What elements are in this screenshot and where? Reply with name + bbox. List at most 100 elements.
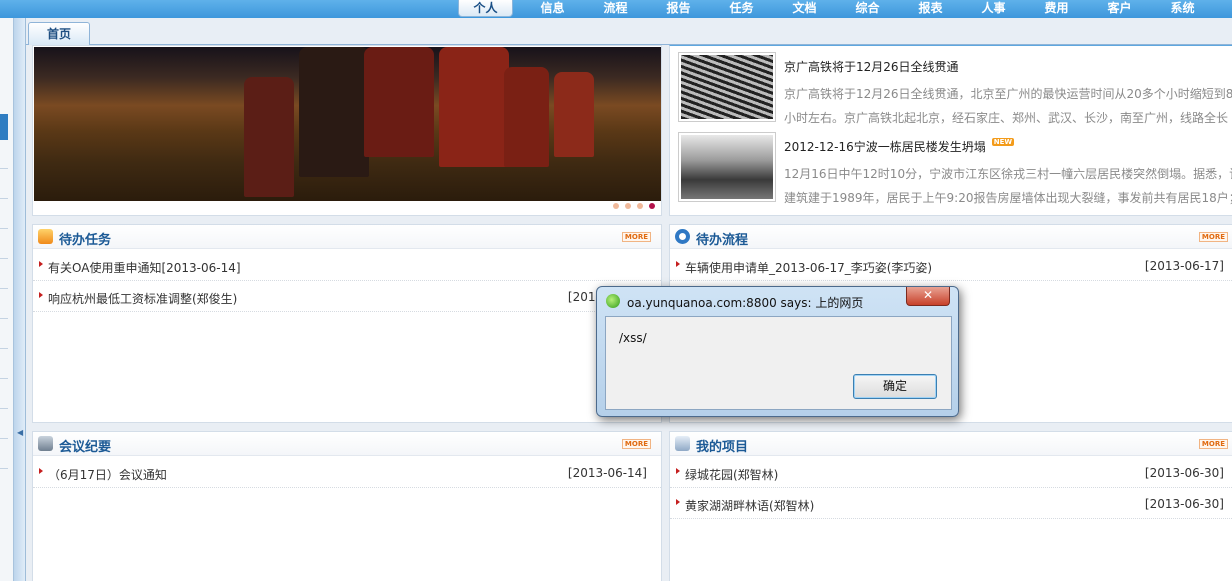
more-link[interactable]: MORE — [1198, 439, 1228, 449]
news-panel: 京广高铁将于12月26日全线贯通 京广高铁将于12月26日全线贯通，北京至广州的… — [669, 45, 1232, 216]
dialog-title: oa.yunquanoa.com:8800 says: 上的网页 — [627, 296, 864, 310]
nav-item-workflow[interactable]: 流程 — [584, 0, 647, 17]
news-summary: 12月16日中午12时10分，宁波市江东区徐戎三村一幢六层居民楼突然倒塌。据悉，… — [784, 162, 1232, 210]
sidebar-divider — [0, 318, 8, 319]
bullet-icon — [39, 292, 43, 298]
nav-item-general[interactable]: 综合 — [836, 0, 899, 17]
banner-dot[interactable] — [637, 203, 643, 209]
sidebar-divider — [0, 468, 8, 469]
nav-item-info[interactable]: 信息 — [521, 0, 584, 17]
alert-dialog: oa.yunquanoa.com:8800 says: 上的网页 ✕ /xss/… — [596, 286, 959, 417]
bullet-icon — [39, 468, 43, 474]
list-item[interactable]: 黄家湖湖畔林语(郑智林) [2013-06-30] — [670, 488, 1232, 519]
sidebar-splitter[interactable]: ◀ — [14, 18, 26, 581]
nav-item-personal[interactable]: 个人 — [458, 0, 513, 17]
nav-item-system[interactable]: 系统 — [1151, 0, 1214, 17]
banner-figure — [364, 47, 434, 157]
nav-item-task[interactable]: 任务 — [710, 0, 773, 17]
banner-figure — [244, 77, 294, 197]
meeting-minutes-panel: 会议纪要 MORE （6月17日）会议通知 [2013-06-14] — [32, 431, 662, 581]
bullet-icon — [39, 261, 43, 267]
banner-dot-active[interactable] — [649, 203, 655, 209]
news-summary-line: 小时左右。京广高铁北起北京，经石家庄、郑州、武汉、长沙，南至广州，线路全长 — [784, 111, 1229, 125]
sidebar-divider — [0, 228, 8, 229]
nav-item-customer[interactable]: 客户 — [1088, 0, 1151, 17]
list-item[interactable]: 响应杭州最低工资标准调整(郑俊生) [2013-06-14] — [33, 281, 661, 312]
banner-pagination — [613, 203, 655, 209]
panel-title: 待办任务 — [59, 233, 112, 248]
collapse-left-icon[interactable]: ◀ — [17, 428, 23, 437]
dialog-message: /xss/ — [619, 331, 647, 345]
calendar-icon — [38, 436, 53, 451]
todo-tasks-panel: 待办任务 MORE 有关OA使用重申通知[2013-06-14] 响应杭州最低工… — [32, 224, 662, 423]
sidebar-divider — [0, 438, 8, 439]
more-link[interactable]: MORE — [1198, 232, 1228, 242]
nav-item-reports[interactable]: 报表 — [899, 0, 962, 17]
nav-item-hr[interactable]: 人事 — [962, 0, 1025, 17]
banner-figure — [439, 47, 509, 167]
nav-item-report[interactable]: 报告 — [647, 0, 710, 17]
sidebar-selected-item[interactable] — [0, 114, 8, 140]
tab-strip: 首页 — [26, 18, 1232, 45]
list-item-date: [2013-06-14] — [567, 466, 647, 480]
bullet-icon — [676, 499, 680, 505]
sidebar-divider — [0, 348, 8, 349]
banner-dot[interactable] — [613, 203, 619, 209]
close-button[interactable]: ✕ — [906, 287, 950, 306]
news-thumbnail-image — [681, 135, 773, 199]
bullet-icon — [676, 468, 680, 474]
list-item-date: [2013-06-17] — [1144, 259, 1224, 273]
banner-image[interactable] — [34, 47, 661, 201]
nav-item-expense[interactable]: 费用 — [1025, 0, 1088, 17]
list-item[interactable]: 有关OA使用重申通知[2013-06-14] — [33, 250, 661, 281]
news-item[interactable]: 2012-12-16宁波一栋居民楼发生坍塌 NEW 12月16日中午12时10分，… — [678, 132, 1232, 212]
news-summary: 京广高铁将于12月26日全线贯通，北京至广州的最快运营时间从20多个小时缩短到8… — [784, 82, 1232, 130]
news-thumbnail[interactable] — [678, 132, 776, 202]
panel-header: 待办流程 MORE — [670, 225, 1232, 249]
dialog-body: /xss/ 确定 — [605, 316, 952, 410]
banner-figure — [299, 47, 369, 177]
my-projects-panel: 我的项目 MORE 绿城花园(郑智林) [2013-06-30] 黄家湖湖畔林语… — [669, 431, 1232, 581]
left-sidebar — [0, 18, 14, 581]
list-item-title[interactable]: 绿城花园(郑智林) — [685, 466, 778, 483]
banner-dot[interactable] — [625, 203, 631, 209]
tasks-icon — [38, 229, 53, 244]
news-headline[interactable]: 京广高铁将于12月26日全线贯通 — [784, 58, 959, 75]
banner-slideshow — [32, 45, 662, 216]
sidebar-divider — [0, 408, 8, 409]
more-link[interactable]: MORE — [621, 439, 651, 449]
bullet-icon — [676, 261, 680, 267]
news-thumbnail-image — [681, 55, 773, 119]
news-thumbnail[interactable] — [678, 52, 776, 122]
list-item[interactable]: 车辆使用申请单_2013-06-17_李巧姿(李巧姿) [2013-06-17] — [670, 250, 1232, 281]
panel-title: 我的项目 — [696, 440, 749, 455]
list-item-date: [2013-06-30] — [1144, 466, 1224, 480]
sidebar-divider — [0, 168, 8, 169]
list-item[interactable]: （6月17日）会议通知 [2013-06-14] — [33, 457, 661, 488]
news-item[interactable]: 京广高铁将于12月26日全线贯通 京广高铁将于12月26日全线贯通，北京至广州的… — [678, 52, 1232, 132]
nav-item-document[interactable]: 文档 — [773, 0, 836, 17]
list-item-title[interactable]: 有关OA使用重申通知[2013-06-14] — [48, 259, 241, 276]
top-nav: 个人 信息 流程 报告 任务 文档 综合 报表 人事 费用 客户 系统 — [458, 0, 1214, 18]
list-item-date: [2013-06-30] — [1144, 497, 1224, 511]
panel-header: 待办任务 MORE — [33, 225, 661, 249]
news-summary-line: 12月16日中午12时10分，宁波市江东区徐戎三村一幢六层居民楼突然倒塌。据悉，… — [784, 167, 1232, 181]
clock-icon — [675, 229, 690, 244]
list-item-title[interactable]: （6月17日）会议通知 — [48, 466, 167, 483]
panel-title: 待办流程 — [696, 233, 749, 248]
news-summary-line: 京广高铁将于12月26日全线贯通，北京至广州的最快运营时间从20多个小时缩短到8 — [784, 87, 1232, 101]
more-link[interactable]: MORE — [621, 232, 651, 242]
news-headline-text[interactable]: 2012-12-16宁波一栋居民楼发生坍塌 — [784, 140, 986, 154]
panel-title: 会议纪要 — [59, 440, 112, 455]
list-item[interactable]: 绿城花园(郑智林) [2013-06-30] — [670, 457, 1232, 488]
list-item-title[interactable]: 车辆使用申请单_2013-06-17_李巧姿(李巧姿) — [685, 259, 932, 276]
new-badge: NEW — [991, 138, 1015, 146]
sidebar-divider — [0, 198, 8, 199]
list-item-title[interactable]: 响应杭州最低工资标准调整(郑俊生) — [48, 290, 237, 307]
ok-button[interactable]: 确定 — [853, 374, 937, 399]
sidebar-divider — [0, 288, 8, 289]
notebook-icon — [675, 436, 690, 451]
tab-home[interactable]: 首页 — [28, 22, 90, 45]
list-item-title[interactable]: 黄家湖湖畔林语(郑智林) — [685, 497, 814, 514]
news-headline[interactable]: 2012-12-16宁波一栋居民楼发生坍塌 NEW — [784, 138, 1015, 155]
